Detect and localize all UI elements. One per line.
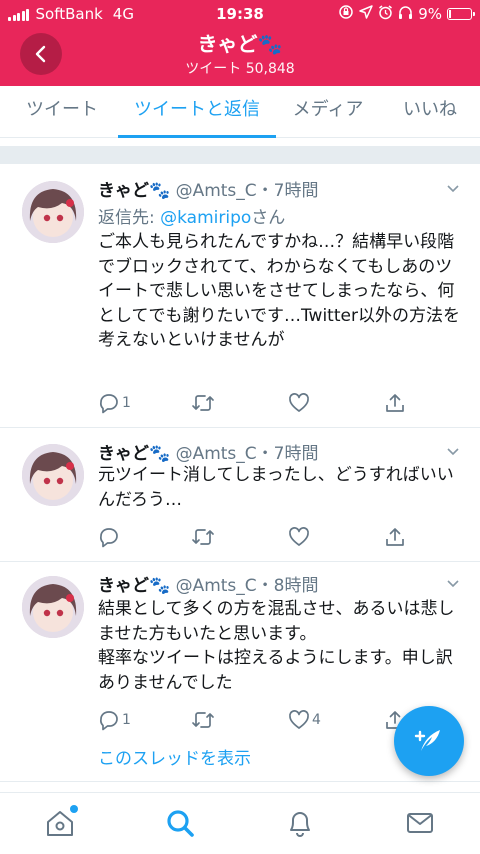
search-icon xyxy=(167,810,194,837)
profile-header: SoftBank 4G 19:38 9% きゃど🐾 ツイート 50,848 xyxy=(0,0,480,86)
nav-search-button[interactable] xyxy=(164,807,196,839)
share-icon xyxy=(386,528,404,546)
reply-bubble-icon xyxy=(100,394,118,414)
tab-media[interactable]: メディア xyxy=(284,86,372,138)
reply-button[interactable]: 1 xyxy=(98,707,131,733)
retweet-button[interactable] xyxy=(191,524,217,550)
like-button[interactable] xyxy=(288,524,312,550)
chevron-down-icon[interactable] xyxy=(446,445,460,459)
tweet-text: 元ツイート消してしまったし、どうすればいいんだろう… xyxy=(98,465,454,510)
reply-bubble-icon xyxy=(100,711,118,731)
retweet-icon xyxy=(192,712,214,728)
share-button[interactable] xyxy=(384,390,406,416)
reply-count: 1 xyxy=(122,712,131,728)
tweet-count: ツイート 50,848 xyxy=(185,61,295,77)
tweet-text: 結果として多くの方を混乱させ、あるいは悲しませた方もいたと思います。 軽率なツイ… xyxy=(98,597,468,695)
notification-dot xyxy=(70,805,78,813)
bottom-navigation xyxy=(0,792,480,854)
headphones-icon xyxy=(398,5,413,24)
bell-icon xyxy=(290,812,310,837)
chevron-down-icon[interactable] xyxy=(446,577,460,591)
retweet-icon xyxy=(192,529,214,545)
mail-icon xyxy=(407,813,433,833)
handle-and-time: @Amts_C・7時間 xyxy=(175,444,319,464)
show-thread-link[interactable]: このスレッドを表示 xyxy=(98,744,251,769)
retweet-icon xyxy=(192,395,214,411)
reply-mention-link[interactable]: @kamiripo xyxy=(160,208,251,228)
status-bar: SoftBank 4G 19:38 9% xyxy=(0,0,480,28)
nav-notifications-button[interactable] xyxy=(284,807,316,839)
share-icon xyxy=(386,394,404,412)
tweet-header: きゃど🐾 @Amts_C・7時間 xyxy=(98,176,318,201)
nav-messages-button[interactable] xyxy=(404,807,436,839)
heart-icon xyxy=(289,710,309,729)
like-button[interactable]: 4 xyxy=(288,707,321,733)
tweet-text-line: 軽率なツイートは控えるようにします。申し訳ありませんでした xyxy=(98,648,453,693)
alarm-icon xyxy=(378,4,393,24)
reply-count: 1 xyxy=(122,395,131,411)
reply-prefix: 返信先: xyxy=(98,208,161,228)
profile-name: きゃど🐾 xyxy=(197,32,283,56)
display-name[interactable]: きゃど🐾 xyxy=(98,576,170,596)
battery-icon xyxy=(447,8,475,20)
share-button[interactable] xyxy=(384,524,406,550)
chevron-down-icon[interactable] xyxy=(446,182,460,196)
timeline-gap xyxy=(0,146,480,164)
nav-home-button[interactable] xyxy=(44,805,78,839)
tweet-item[interactable]: きゃど🐾 @Amts_C・7時間 返信先: @kamiripoさん ご本人も見ら… xyxy=(0,164,480,428)
compose-tweet-button[interactable] xyxy=(394,706,464,776)
display-name[interactable]: きゃど🐾 xyxy=(98,444,170,464)
tab-tweets[interactable]: ツイート xyxy=(14,86,110,138)
reply-context: 返信先: @kamiripoさん xyxy=(98,203,285,228)
like-button[interactable] xyxy=(288,390,312,416)
avatar[interactable] xyxy=(22,181,84,243)
reply-button[interactable]: 1 xyxy=(98,390,131,416)
handle-and-time: @Amts_C・8時間 xyxy=(175,576,319,596)
tweet-actions: 1 4 xyxy=(98,707,418,733)
tab-likes[interactable]: いいね xyxy=(392,86,468,138)
tweet-header: きゃど🐾 @Amts_C・8時間 xyxy=(98,571,318,596)
retweet-button[interactable] xyxy=(191,707,217,733)
like-count: 4 xyxy=(312,712,321,728)
tab-tweets-and-replies[interactable]: ツイートと返信 xyxy=(118,86,276,138)
reply-button[interactable] xyxy=(98,524,122,550)
reply-bubble-icon xyxy=(100,528,118,548)
tweet-actions xyxy=(98,524,418,550)
orientation-lock-icon xyxy=(338,4,354,24)
heart-icon xyxy=(289,527,309,546)
profile-tabs: ツイート ツイートと返信 メディア いいね xyxy=(0,86,480,138)
tweet-actions: 1 xyxy=(98,390,418,416)
reply-suffix: さん xyxy=(251,208,286,228)
tweet-text-line: 結果として多くの方を混乱させ、あるいは悲しませた方もいたと思います。 xyxy=(98,599,455,644)
compose-feather-icon xyxy=(414,730,440,751)
avatar[interactable] xyxy=(22,576,84,638)
retweet-button[interactable] xyxy=(191,390,217,416)
heart-icon xyxy=(289,393,309,412)
handle-and-time: @Amts_C・7時間 xyxy=(175,181,319,201)
battery-percent: 9% xyxy=(418,5,442,23)
tweet-header: きゃど🐾 @Amts_C・7時間 xyxy=(98,439,318,464)
avatar[interactable] xyxy=(22,444,84,506)
location-icon xyxy=(359,5,373,23)
display-name[interactable]: きゃど🐾 xyxy=(98,181,170,201)
tweet-item[interactable]: きゃど🐾 @Amts_C・7時間 元ツイート消してしまったし、どうすればいいんだ… xyxy=(0,428,480,562)
tweet-text: ご本人も見られたんですかね…？結構早い段階でブロックされてて、わからなくてもしあ… xyxy=(98,232,460,350)
